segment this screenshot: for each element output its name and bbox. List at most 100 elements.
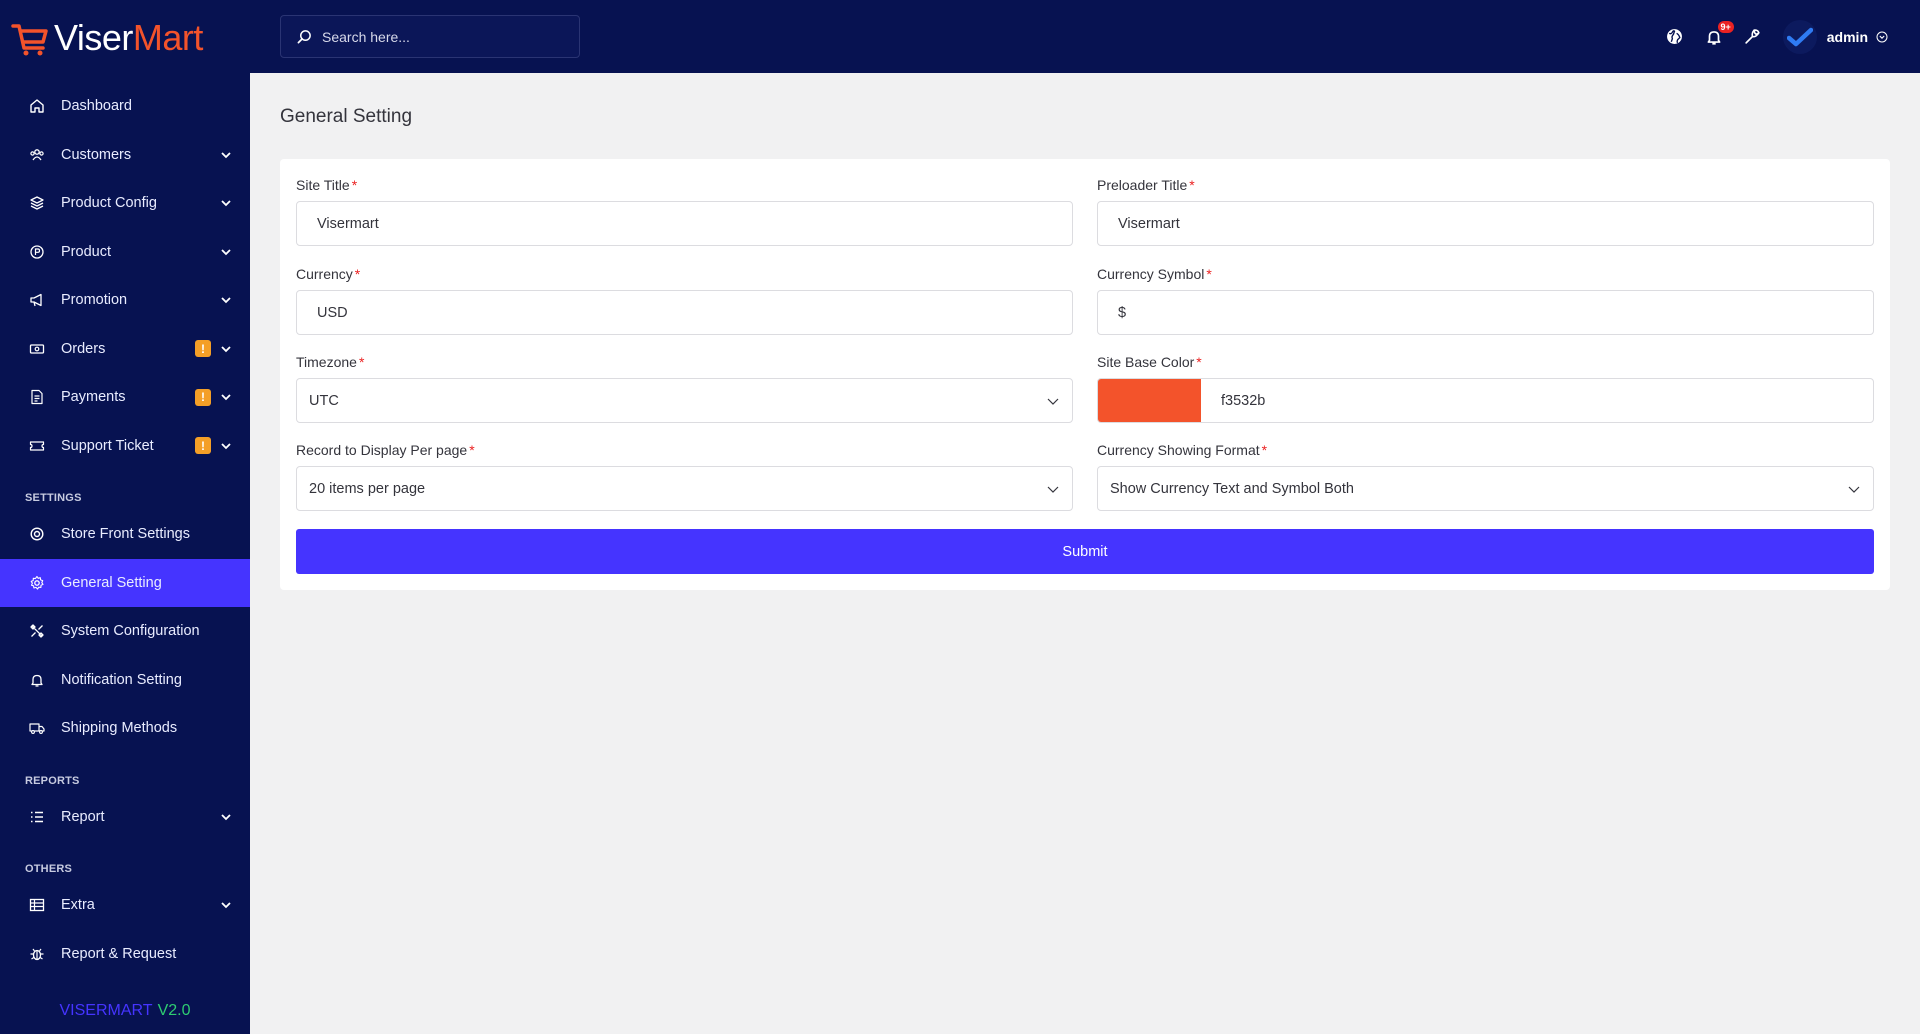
- product-icon: [28, 243, 46, 261]
- chevron-down-icon: [221, 200, 231, 207]
- timezone-field: Timezone * UTC: [296, 354, 1073, 423]
- logo-text-part1: Viser: [54, 16, 133, 58]
- sidebar: ViserMart Dashboard Customers Product Co…: [0, 0, 250, 1034]
- sidebar-item-dashboard[interactable]: Dashboard: [0, 82, 250, 131]
- sidebar-item-label: System Configuration: [61, 623, 200, 640]
- preloader-title-input[interactable]: Visermart: [1097, 201, 1874, 246]
- sidebar-item-product-config[interactable]: Product Config: [0, 179, 250, 228]
- records-per-page-label: Record to Display Per page *: [296, 442, 1073, 458]
- sidebar-item-label: Customers: [61, 146, 132, 163]
- records-per-page-value: 20 items per page: [309, 480, 426, 497]
- alert-badge: !: [195, 388, 211, 406]
- megaphone-icon: [28, 291, 46, 309]
- submit-button[interactable]: Submit: [296, 529, 1874, 574]
- label-text: Preloader Title: [1097, 177, 1188, 193]
- label-text: Timezone: [296, 354, 357, 370]
- sidebar-item-label: Shipping Methods: [61, 720, 178, 737]
- admin-name[interactable]: admin: [1827, 29, 1868, 45]
- required-mark: *: [1206, 266, 1212, 282]
- sidebar-item-label: Store Front Settings: [61, 526, 190, 543]
- site-base-color-input[interactable]: f3532b: [1097, 378, 1874, 423]
- label-text: Currency Showing Format: [1097, 442, 1260, 458]
- alert-badge: !: [195, 437, 211, 455]
- sidebar-item-report-request[interactable]: Report & Request: [0, 930, 250, 979]
- globe-icon[interactable]: [1665, 27, 1685, 47]
- version-label: VISERMART V2.0: [0, 987, 250, 1034]
- label-text: Site Title: [296, 177, 350, 193]
- currency-symbol-input[interactable]: $: [1097, 290, 1874, 335]
- sidebar-item-label: Extra: [61, 897, 95, 914]
- list-icon: [28, 808, 46, 826]
- sidebar-item-payments[interactable]: Payments !: [0, 373, 250, 422]
- invoice-icon: [28, 388, 46, 406]
- sidebar-item-label: Product: [61, 243, 111, 260]
- alert-badge: !: [195, 340, 211, 358]
- chevron-down-icon: [221, 814, 231, 821]
- currency-format-select[interactable]: Show Currency Text and Symbol Both: [1097, 466, 1874, 511]
- required-mark: *: [351, 177, 358, 193]
- check-logo-icon: [1786, 27, 1813, 46]
- home-icon: [28, 97, 46, 115]
- currency-symbol-label: Currency Symbol *: [1097, 266, 1874, 282]
- avatar[interactable]: [1782, 19, 1817, 54]
- sidebar-item-general-setting[interactable]: General Setting: [0, 558, 250, 607]
- version-number: V2.0: [157, 1001, 191, 1019]
- label-text: Currency Symbol: [1097, 266, 1205, 282]
- section-reports: REPORTS: [25, 774, 80, 787]
- currency-field: Currency * USD: [296, 266, 1073, 335]
- sidebar-item-report[interactable]: Report: [0, 793, 250, 842]
- currency-input[interactable]: USD: [296, 290, 1073, 335]
- logo[interactable]: ViserMart: [0, 0, 250, 75]
- wrench-icon[interactable]: [1743, 27, 1763, 47]
- records-per-page-field: Record to Display Per page * 20 items per…: [296, 442, 1073, 511]
- sidebar-item-customers[interactable]: Customers: [0, 131, 250, 180]
- sidebar-item-system-configuration[interactable]: System Configuration: [0, 607, 250, 656]
- notification-bell[interactable]: 9+: [1704, 20, 1734, 47]
- color-swatch[interactable]: [1098, 379, 1201, 422]
- sidebar-item-extra[interactable]: Extra: [0, 881, 250, 930]
- search-icon: [297, 30, 311, 44]
- chevron-down-icon: [221, 346, 231, 353]
- chevron-down-icon: [221, 902, 231, 909]
- timezone-select[interactable]: UTC: [296, 378, 1073, 423]
- logo-text-part2: Mart: [132, 16, 204, 58]
- required-mark: *: [354, 266, 361, 282]
- chevron-down-icon: [1047, 486, 1059, 493]
- currency-format-label: Currency Showing Format *: [1097, 442, 1874, 458]
- sidebar-item-shipping-methods[interactable]: Shipping Methods: [0, 704, 250, 753]
- chevron-down-icon: [1848, 486, 1860, 493]
- search-box[interactable]: [280, 15, 580, 58]
- sidebar-item-support-ticket[interactable]: Support Ticket !: [0, 422, 250, 471]
- records-per-page-select[interactable]: 20 items per page: [296, 466, 1073, 511]
- ticket-icon: [28, 437, 46, 455]
- sidebar-item-orders[interactable]: Orders !: [0, 325, 250, 374]
- timezone-label: Timezone *: [296, 354, 1073, 370]
- table-icon: [28, 896, 46, 914]
- sidebar-item-promotion[interactable]: Promotion: [0, 276, 250, 325]
- chevron-down-circle-icon[interactable]: [1876, 31, 1888, 43]
- topbar: 9+ admin: [250, 0, 1920, 73]
- chevron-down-icon: [1047, 398, 1059, 405]
- site-title-field: Site Title * Visermart: [296, 177, 1073, 246]
- sidebar-item-store-front-settings[interactable]: Store Front Settings: [0, 510, 250, 559]
- config-icon: [28, 194, 46, 212]
- search-input[interactable]: [322, 28, 562, 45]
- gear-icon: [28, 574, 46, 592]
- color-value: f3532b: [1221, 392, 1266, 409]
- sidebar-item-label: Orders: [61, 340, 106, 357]
- sidebar-item-notification-setting[interactable]: Notification Setting: [0, 656, 250, 705]
- section-settings: SETTINGS: [25, 492, 82, 504]
- page-title: General Setting: [280, 106, 413, 127]
- cart-logo-icon: [11, 23, 48, 55]
- site-title-input[interactable]: Visermart: [296, 201, 1073, 246]
- sidebar-item-product[interactable]: Product: [0, 228, 250, 277]
- required-mark: *: [1189, 177, 1195, 193]
- site-base-color-label: Site Base Color *: [1097, 354, 1874, 370]
- chevron-down-icon: [221, 443, 231, 450]
- users-icon: [28, 146, 46, 164]
- version-name: VISERMART: [59, 1001, 153, 1019]
- required-mark: *: [469, 442, 475, 458]
- truck-icon: [28, 719, 46, 737]
- required-mark: *: [358, 354, 365, 370]
- circle-icon: [28, 525, 46, 543]
